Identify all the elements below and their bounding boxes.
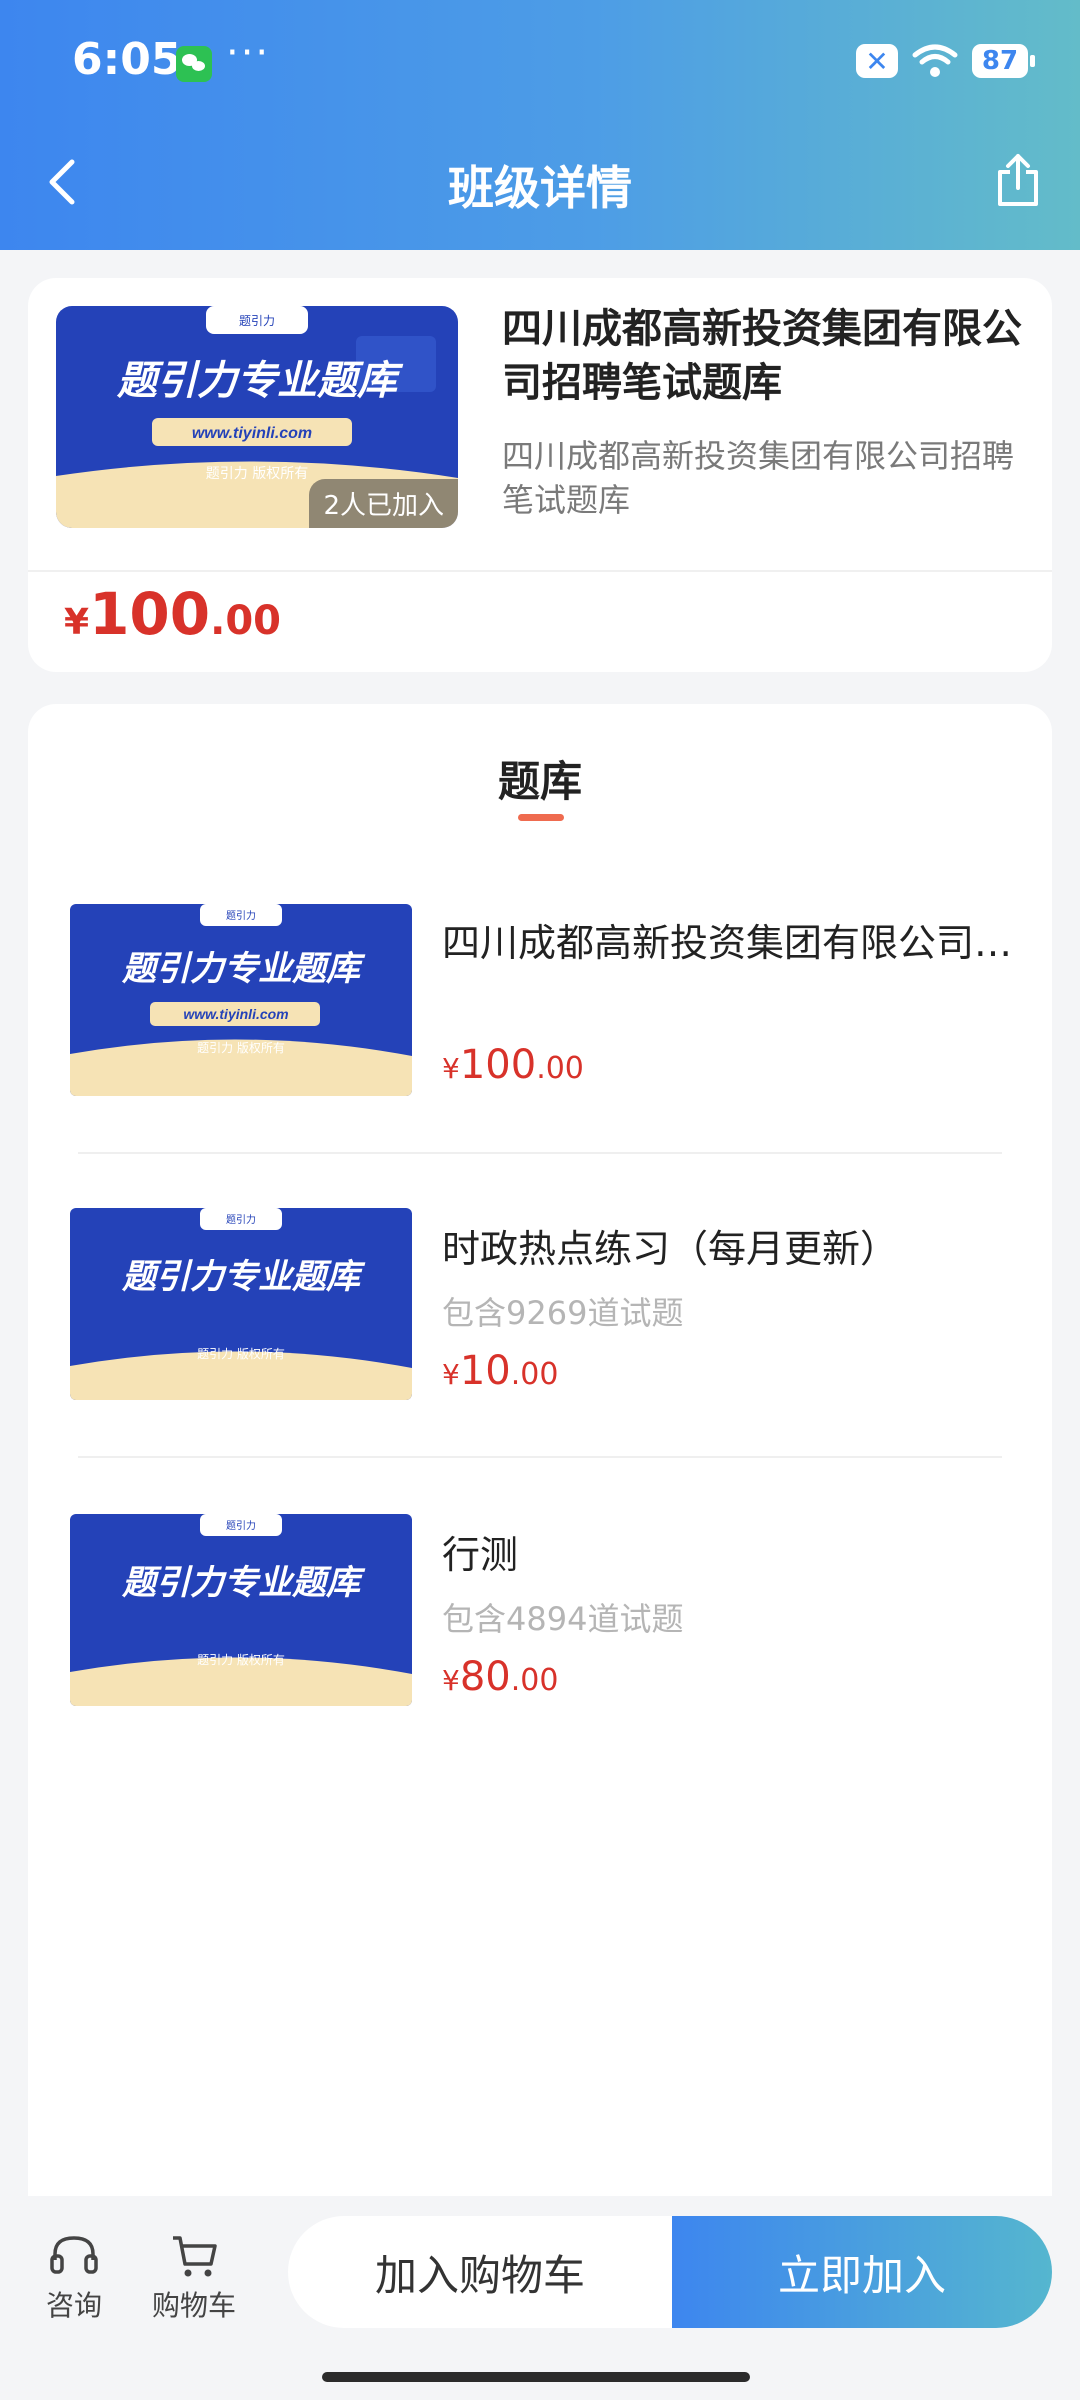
course-subtitle: 四川成都高新投资集团有限公司招聘笔试题库 [502,437,1015,519]
consult-button[interactable]: 咨询 [24,2232,124,2324]
thumb-brand: 题引力 [226,1213,256,1226]
thumb-copyright: 题引力 版权所有 [197,1347,285,1361]
bank-price: ¥10.00 [442,1348,558,1394]
price-decimal: .00 [510,1357,559,1392]
price-currency: ¥ [64,602,90,643]
price-integer: 80 [459,1654,511,1700]
item-divider [78,1152,1002,1154]
share-icon[interactable] [994,152,1042,208]
price-decimal: .00 [536,1051,584,1086]
thumb-headline: 题引力专业题库 [121,1563,366,1603]
cover-brand: 题引力 [239,314,275,328]
course-card: 题引力 题引力专业题库 www.tiyinli.com 题引力 版权所有 2人已… [28,278,1052,672]
thumb-headline: 题引力专业题库 [121,1257,366,1297]
price-integer: 10 [459,1348,511,1394]
price-decimal: .00 [510,1663,559,1698]
join-count-badge: 2人已加入 [309,479,458,528]
bank-price: ¥80.00 [442,1654,558,1700]
bank-title: 时政热点练习（每月更新） [442,1227,899,1271]
cart-label: 购物车 [151,2289,236,2322]
status-time: 6:05 [72,34,182,85]
price-integer: 100 [459,1042,537,1088]
wifi-icon [912,44,958,77]
join-now-button[interactable]: 立即加入 [672,2216,1052,2328]
notification-x-icon: ✕ [856,44,898,78]
bank-thumbnail: 题引力 题引力专业题库 题引力 版权所有 [70,1514,412,1706]
price-currency: ¥ [442,1052,460,1085]
home-indicator[interactable] [322,2372,750,2382]
course-cover: 题引力 题引力专业题库 www.tiyinli.com 题引力 版权所有 2人已… [56,306,458,528]
wechat-icon [176,46,212,82]
question-bank-section: 题库 题引力 题引力专业题库 www.tiyinli.com 题引力 版权所有 … [28,704,1052,2224]
cart-button[interactable]: 购物车 [144,2232,244,2324]
price-currency: ¥ [442,1664,460,1697]
price-currency: ¥ [442,1358,460,1391]
bank-price: ¥100.00 [442,1042,584,1088]
bank-question-count: 包含9269道试题 [442,1294,684,1332]
thumb-brand: 题引力 [226,1519,256,1532]
bank-question-count: 包含4894道试题 [442,1600,684,1638]
bank-thumbnail: 题引力 题引力专业题库 题引力 版权所有 [70,1208,412,1400]
status-icons: ✕ 87 [856,42,1035,80]
bank-item[interactable]: 题引力 题引力专业题库 题引力 版权所有 行测 包含4894道试题 ¥80.00 [28,704,1052,1706]
header-bar: 6:05 ··· ✕ 87 班级详情 [0,0,1080,250]
more-dots-icon: ··· [226,30,271,76]
course-title: 四川成都高新投资集团有限公司招聘笔试题库 [502,306,1022,406]
item-divider [78,1456,1002,1458]
cart-icon [173,2236,217,2277]
page-title: 班级详情 [448,161,632,215]
price-integer: 100 [89,580,211,648]
card-divider [28,570,1052,572]
battery-icon: 87 [972,44,1035,78]
course-price: ¥100.00 [64,580,281,648]
bottom-action-bar: 咨询 购物车 加入购物车 立即加入 [0,2196,1080,2400]
cover-headline: 题引力专业题库 [116,358,404,404]
consult-label: 咨询 [45,2289,102,2322]
battery-level: 87 [981,46,1019,76]
headset-icon [50,2236,98,2274]
thumb-copyright: 题引力 版权所有 [197,1653,285,1667]
price-decimal: .00 [210,598,281,644]
cover-url: www.tiyinli.com [192,425,312,442]
bank-title: 行测 [442,1533,519,1577]
cover-copyright: 题引力 版权所有 [206,466,308,482]
thumb-copyright: 题引力 版权所有 [197,1041,285,1055]
add-to-cart-button[interactable]: 加入购物车 [288,2216,672,2328]
